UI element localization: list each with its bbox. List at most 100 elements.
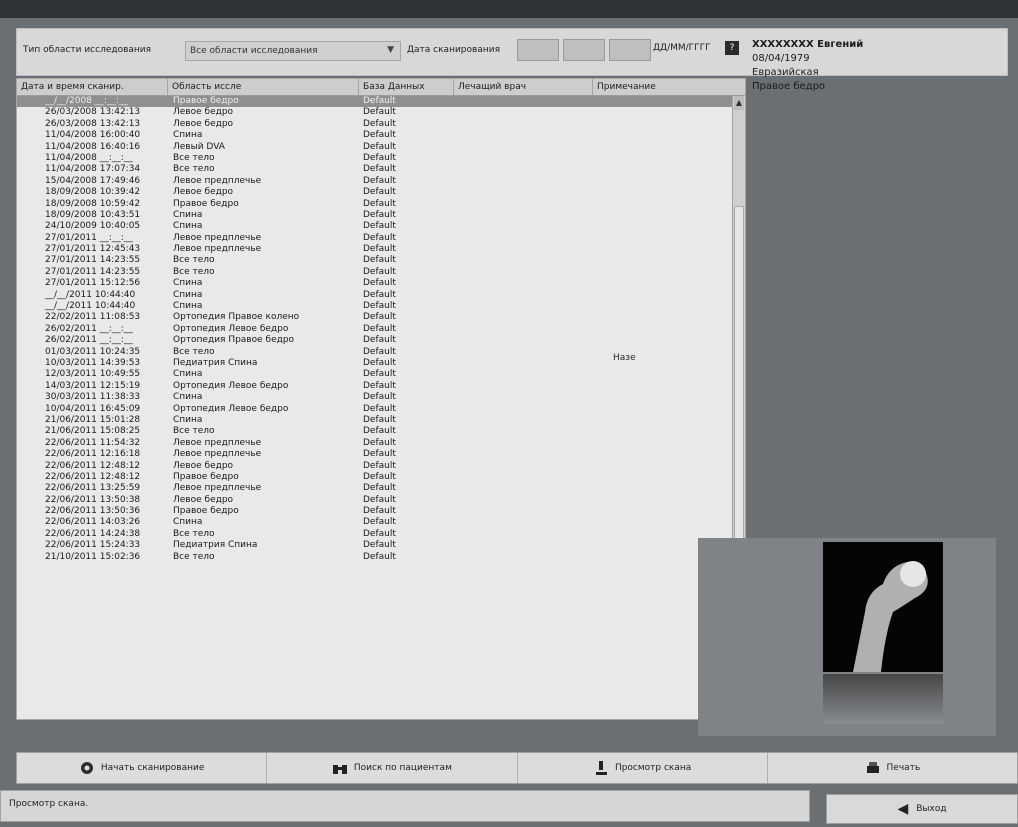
cell-datetime: 22/06/2011 13:50:38	[45, 494, 141, 505]
cell-empty	[451, 301, 733, 312]
table-row[interactable]: 30/03/2011 11:38:33 Спина Default	[17, 392, 733, 403]
table-row[interactable]: 21/06/2011 15:01:28 Спина Default	[17, 415, 733, 426]
table-row[interactable]: 26/03/2008 13:42:13 Левое бедро Default	[17, 119, 733, 130]
cell-empty	[451, 142, 733, 153]
date-month-field[interactable]	[563, 39, 605, 61]
scan-table: Дата и время сканир. Область иссле База …	[16, 78, 746, 720]
table-row[interactable]: __/__/2011 10:44:40 Спина Default	[17, 301, 733, 312]
cell-region: Все тело	[173, 551, 215, 562]
cell-region: Левое предплечье	[173, 449, 262, 460]
table-row[interactable]: 18/09/2008 10:59:42 Правое бедро Default	[17, 199, 733, 210]
binoculars-icon	[332, 760, 348, 776]
cell-empty	[451, 199, 733, 210]
cell-database: Default	[363, 346, 396, 357]
table-row[interactable]: 22/06/2011 12:48:12 Правое бедро Default	[17, 472, 733, 483]
cell-empty	[451, 449, 733, 460]
table-row[interactable]: 10/04/2011 16:45:09 Ортопедия Левое бедро…	[17, 404, 733, 415]
cell-region: Все тело	[173, 528, 215, 539]
cell-database: Default	[363, 96, 396, 106]
cell-empty	[451, 312, 733, 323]
table-row[interactable]: 22/06/2011 13:50:38 Левое бедро Default	[17, 495, 733, 506]
chevron-down-icon: ▼	[387, 45, 394, 55]
cell-empty	[451, 119, 733, 130]
column-header-doctor[interactable]: Лечащий врач	[454, 79, 593, 95]
table-row[interactable]: 12/03/2011 10:49:55 Спина Default	[17, 369, 733, 380]
cell-database: Default	[363, 289, 396, 300]
cell-region: Правое бедро	[173, 471, 239, 482]
cell-region: Спина	[173, 209, 203, 220]
table-row[interactable]: 21/10/2011 15:02:36 Все тело Default	[17, 552, 733, 563]
table-row[interactable]: 22/06/2011 14:24:38 Все тело Default	[17, 529, 733, 540]
column-header-date[interactable]: Дата и время сканир.	[17, 79, 168, 95]
cell-empty	[451, 130, 733, 141]
table-row[interactable]: __/__/2008 __:__:__ Правое бедро Default	[17, 96, 733, 108]
table-row[interactable]: 22/06/2011 15:24:33 Педиатрия Спина Defaul…	[17, 540, 733, 551]
table-row[interactable]: 18/09/2008 10:39:42 Левое бедро Default	[17, 187, 733, 198]
cell-datetime: 22/06/2011 15:24:33	[45, 540, 141, 551]
table-row[interactable]: 22/06/2011 13:25:59 Левое предплечье Defau…	[17, 483, 733, 494]
cell-datetime: 18/09/2008 10:39:42	[45, 187, 141, 198]
exam-type-value: Все области исследования	[190, 46, 318, 56]
view-scan-button[interactable]: Просмотр скана	[518, 753, 768, 783]
cell-datetime: 18/09/2008 10:59:42	[45, 198, 141, 209]
cell-datetime: 18/09/2008 10:43:51	[45, 209, 141, 220]
table-row[interactable]: __/__/2011 10:44:40 Спина Default	[17, 290, 733, 301]
table-row[interactable]: 26/02/2011 __:__:__ Ортопедия Правое бедр…	[17, 335, 733, 346]
exit-button[interactable]: ◀ Выход	[826, 794, 1018, 824]
scroll-up-icon[interactable]: ▲	[734, 96, 744, 110]
cell-database: Default	[363, 164, 396, 175]
patient-info: XXXXXXXX Евгений 08/04/1979 Евразийская …	[752, 38, 992, 94]
table-row[interactable]: 22/06/2011 13:50:36 Правое бедро Default	[17, 506, 733, 517]
column-header-region[interactable]: Область иссле	[168, 79, 359, 95]
cell-region: Спина	[173, 369, 203, 380]
print-button[interactable]: Печать	[768, 753, 1017, 783]
table-row[interactable]: 27/01/2011 14:23:55 Все тело Default	[17, 255, 733, 266]
table-row[interactable]: 22/02/2011 11:08:53 Ортопедия Правое коле…	[17, 312, 733, 323]
date-day-field[interactable]	[517, 39, 559, 61]
exam-type-select[interactable]: Все области исследования ▼	[185, 41, 401, 61]
cell-empty	[451, 404, 733, 415]
status-text: Просмотр скана.	[9, 799, 89, 809]
table-row[interactable]: 11/04/2008 __:__:__ Все тело Default	[17, 153, 733, 164]
calendar-icon[interactable]: ?	[725, 41, 739, 55]
table-row[interactable]: 27/01/2011 __:__:__ Левое предплечье Defau…	[17, 233, 733, 244]
cell-database: Default	[363, 244, 396, 255]
cell-region: Левое предплечье	[173, 232, 262, 243]
table-row[interactable]: 27/01/2011 12:45:43 Левое предплечье Defau…	[17, 244, 733, 255]
column-header-database[interactable]: База Данных	[359, 79, 454, 95]
cell-database: Default	[363, 301, 396, 312]
table-row[interactable]: 22/06/2011 12:48:12 Левое бедро Default	[17, 461, 733, 472]
start-scan-button[interactable]: Начать сканирование	[17, 753, 268, 783]
table-row[interactable]: 26/02/2011 __:__:__ Ортопедия Левое бедро…	[17, 324, 733, 335]
table-row[interactable]: 22/06/2011 11:54:32 Левое предплечье Defau…	[17, 438, 733, 449]
column-header-note[interactable]: Примечание	[593, 79, 745, 95]
cell-region: Ортопедия Правое бедро	[173, 335, 295, 346]
exit-label: Выход	[916, 804, 947, 814]
cell-datetime: 21/06/2011 15:01:28	[45, 414, 141, 425]
cell-datetime: __/__/2011 10:44:40	[45, 289, 136, 300]
cell-database: Default	[363, 392, 396, 403]
table-row[interactable]: 21/06/2011 15:08:25 Все тело Default	[17, 426, 733, 437]
table-row[interactable]: 22/06/2011 12:16:18 Левое предплечье Defau…	[17, 449, 733, 460]
cell-datetime: 12/03/2011 10:49:55	[45, 369, 141, 380]
cell-region: Спина	[173, 130, 203, 141]
table-row[interactable]: 24/10/2009 10:40:05 Спина Default	[17, 221, 733, 232]
cell-region: Спина	[173, 289, 203, 300]
table-row[interactable]: 15/04/2008 17:49:46 Левое предплечье Defau…	[17, 176, 733, 187]
table-row[interactable]: 14/03/2011 12:15:19 Ортопедия Левое бедро…	[17, 381, 733, 392]
cell-datetime: 26/02/2011 __:__:__	[45, 323, 133, 334]
xray-reflection	[823, 674, 943, 724]
table-row[interactable]: 27/01/2011 14:23:55 Все тело Default	[17, 267, 733, 278]
cell-database: Default	[363, 437, 396, 448]
date-year-field[interactable]	[609, 39, 651, 61]
table-row[interactable]: 11/04/2008 16:40:16 Левый DVA Default	[17, 142, 733, 153]
cell-empty	[451, 506, 733, 517]
search-patient-button[interactable]: Поиск по пациентам	[267, 753, 518, 783]
table-row[interactable]: 22/06/2011 14:03:26 Спина Default	[17, 517, 733, 528]
table-row[interactable]: 27/01/2011 15:12:56 Спина Default	[17, 278, 733, 289]
table-row[interactable]: 11/04/2008 16:00:40 Спина Default	[17, 130, 733, 141]
table-row[interactable]: 18/09/2008 10:43:51 Спина Default	[17, 210, 733, 221]
table-row[interactable]: 26/03/2008 13:42:13 Левое бедро Default	[17, 107, 733, 118]
cell-datetime: 15/04/2008 17:49:46	[45, 175, 141, 186]
table-row[interactable]: 11/04/2008 17:07:34 Все тело Default	[17, 164, 733, 175]
